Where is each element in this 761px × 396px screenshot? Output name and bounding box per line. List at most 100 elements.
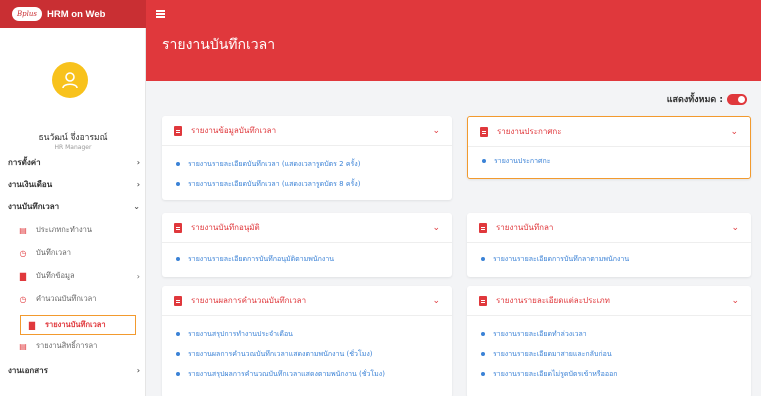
chevron-right-icon: › — [136, 366, 140, 375]
report-link-label: รายงานผลการคำนวณบันทึกเวลาแสดงตามพนักงาน… — [188, 349, 373, 358]
sidebar-item-time-attendance[interactable]: งานบันทึกเวลา ⌄ — [8, 200, 140, 213]
file-icon — [174, 125, 182, 136]
report-link[interactable]: รายงานรายละเอียดไม่รูดบัตรเข้าหรือออก — [481, 364, 737, 384]
bullet-icon — [481, 332, 485, 336]
calendar-icon: ▤ — [19, 225, 27, 235]
report-link[interactable]: รายงานสรุปการทำงานประจำเดือน — [176, 324, 438, 344]
card-title: รายงานข้อมูลบันทึกเวลา — [191, 126, 277, 135]
bullet-icon — [481, 257, 485, 261]
sidebar-subitem-time-report[interactable]: ▇ รายงานบันทึกเวลา — [20, 315, 136, 335]
report-link[interactable]: รายงานประกาศกะ — [482, 151, 736, 171]
report-link[interactable]: รายงานรายละเอียดทำล่วงเวลา — [481, 324, 737, 344]
report-link[interactable]: รายงานรายละเอียดมาสายและกลับก่อน — [481, 344, 737, 364]
report-link[interactable]: รายงานรายละเอียดการบันทึกอนุมัติตามพนักง… — [176, 249, 438, 269]
clock-icon: ◷ — [19, 294, 27, 304]
report-link[interactable]: รายงานผลการคำนวณบันทึกเวลาแสดงตามพนักงาน… — [176, 344, 438, 364]
report-link-label: รายงานประกาศกะ — [494, 156, 551, 165]
show-all-toggle[interactable] — [727, 93, 747, 105]
page-title: รายงานบันทึกเวลา — [162, 36, 276, 52]
report-link-label: รายงานรายละเอียดมาสายและกลับก่อน — [493, 349, 612, 358]
bullet-icon — [176, 372, 180, 376]
bullet-icon — [176, 182, 180, 186]
file-icon — [480, 126, 488, 137]
bullet-icon — [176, 332, 180, 336]
chevron-down-icon[interactable]: ⌄ — [432, 126, 440, 136]
user-icon — [62, 72, 78, 89]
card-title: รายงานผลการคำนวณบันทึกเวลา — [191, 296, 307, 305]
calendar-icon: ▤ — [19, 341, 27, 351]
card-header[interactable]: รายงานผลการคำนวณบันทึกเวลา ⌄ — [162, 286, 452, 316]
sidebar-subitem-calculate-time[interactable]: ◷ คำนวณบันทึกเวลา — [18, 293, 140, 305]
sidebar-subitem-label: คำนวณบันทึกเวลา — [36, 294, 97, 303]
card-header[interactable]: รายงานประกาศกะ ⌄ — [468, 117, 750, 147]
bullet-icon — [481, 372, 485, 376]
report-link[interactable]: รายงานสรุปผลการคำนวณบันทึกเวลาแสดงตามพนั… — [176, 364, 438, 384]
report-link[interactable]: รายงานรายละเอียดบันทึกเวลา (แสดงเวลารูดบ… — [176, 154, 438, 174]
show-all-label: แสดงทั้งหมด : — [666, 95, 723, 105]
brand-logo: Bplus — [12, 7, 42, 21]
sidebar-subitem-time-record[interactable]: ◷ บันทึกเวลา — [18, 247, 140, 259]
sidebar: ธนวัฒน์ จึ่งอารมณ์ HR Manager การตั้งค่า… — [0, 28, 146, 396]
menu-icon[interactable] — [156, 10, 165, 18]
report-link-label: รายงานรายละเอียดบันทึกเวลา (แสดงเวลารูดบ… — [188, 179, 361, 188]
sidebar-subitem-label: รายงานสิทธิ์การลา — [36, 341, 98, 350]
report-card: รายงานบันทึกลา ⌄ รายงานรายละเอียดการบันท… — [467, 213, 751, 277]
report-link[interactable]: รายงานรายละเอียดการบันทึกลาตามพนักงาน — [481, 249, 737, 269]
report-link-label: รายงานสรุปผลการคำนวณบันทึกเวลาแสดงตามพนั… — [188, 369, 385, 378]
report-card: รายงานข้อมูลบันทึกเวลา ⌄ รายงานรายละเอีย… — [162, 116, 452, 200]
card-header[interactable]: รายงานรายละเอียดแต่ละประเภท ⌄ — [467, 286, 751, 316]
brand[interactable]: Bplus HRM on Web — [0, 0, 146, 28]
card-header[interactable]: รายงานบันทึกลา ⌄ — [467, 213, 751, 243]
chevron-down-icon[interactable]: ⌄ — [730, 127, 738, 137]
chevron-down-icon[interactable]: ⌄ — [432, 223, 440, 233]
document-icon: ▇ — [19, 271, 27, 281]
card-header[interactable]: รายงานบันทึกอนุมัติ ⌄ — [162, 213, 452, 243]
document-icon: ▇ — [28, 320, 36, 330]
sidebar-item-documents[interactable]: งานเอกสาร › — [8, 364, 140, 377]
chevron-down-icon[interactable]: ⌄ — [731, 296, 739, 306]
bullet-icon — [176, 352, 180, 356]
report-card: รายงานบันทึกอนุมัติ ⌄ รายงานรายละเอียดกา… — [162, 213, 452, 277]
card-title: รายงานประกาศกะ — [497, 127, 562, 136]
report-link-label: รายงานรายละเอียดทำล่วงเวลา — [493, 329, 587, 338]
sidebar-subitem-label: ประเภทกะทำงาน — [36, 225, 92, 234]
report-link-label: รายงานรายละเอียดการบันทึกลาตามพนักงาน — [493, 254, 630, 263]
report-card: รายงานประกาศกะ ⌄ รายงานประกาศกะ — [467, 116, 751, 179]
report-link-label: รายงานรายละเอียดการบันทึกอนุมัติตามพนักง… — [188, 254, 335, 263]
card-title: รายงานรายละเอียดแต่ละประเภท — [496, 296, 610, 305]
chevron-right-icon: › — [136, 180, 140, 189]
bullet-icon — [482, 159, 486, 163]
sidebar-subitem-leave-report[interactable]: ▤ รายงานสิทธิ์การลา — [18, 340, 140, 352]
report-card: รายงานรายละเอียดแต่ละประเภท ⌄ รายงานรายล… — [467, 286, 751, 396]
sidebar-item-label: การตั้งค่า — [8, 158, 41, 167]
user-name: ธนวัฒน์ จึ่งอารมณ์ — [38, 133, 108, 143]
file-icon — [479, 222, 487, 233]
sidebar-subitem-label: บันทึกเวลา — [36, 248, 71, 257]
sidebar-subitem-data-record[interactable]: ▇ บันทึกข้อมูล › — [18, 270, 140, 282]
sidebar-item-label: งานบันทึกเวลา — [8, 202, 60, 211]
sidebar-subitem-label: บันทึกข้อมูล — [36, 271, 75, 280]
avatar[interactable] — [52, 62, 88, 98]
show-all-control: แสดงทั้งหมด : — [667, 92, 747, 106]
chevron-down-icon: ⌄ — [133, 202, 140, 211]
report-link[interactable]: รายงานรายละเอียดบันทึกเวลา (แสดงเวลารูดบ… — [176, 174, 438, 194]
card-header[interactable]: รายงานข้อมูลบันทึกเวลา ⌄ — [162, 116, 452, 146]
sidebar-item-settings[interactable]: การตั้งค่า › — [8, 156, 140, 169]
report-link-label: รายงานรายละเอียดไม่รูดบัตรเข้าหรือออก — [493, 369, 618, 378]
sidebar-item-label: งานเอกสาร — [8, 366, 48, 375]
sidebar-item-payroll[interactable]: งานเงินเดือน › — [8, 178, 140, 191]
chevron-down-icon[interactable]: ⌄ — [731, 223, 739, 233]
sidebar-subitem-label: รายงานบันทึกเวลา — [45, 320, 106, 329]
sidebar-item-label: งานเงินเดือน — [8, 180, 53, 189]
report-card: รายงานผลการคำนวณบันทึกเวลา ⌄ รายงานสรุปก… — [162, 286, 452, 396]
card-title: รายงานบันทึกลา — [496, 223, 554, 232]
sidebar-subitem-shift-types[interactable]: ▤ ประเภทกะทำงาน — [18, 224, 140, 236]
report-link-label: รายงานสรุปการทำงานประจำเดือน — [188, 329, 293, 338]
bullet-icon — [176, 162, 180, 166]
file-icon — [479, 295, 487, 306]
file-icon — [174, 295, 182, 306]
app-title: HRM on Web — [47, 8, 106, 20]
bullet-icon — [176, 257, 180, 261]
chevron-right-icon: › — [136, 158, 140, 167]
chevron-down-icon[interactable]: ⌄ — [432, 296, 440, 306]
